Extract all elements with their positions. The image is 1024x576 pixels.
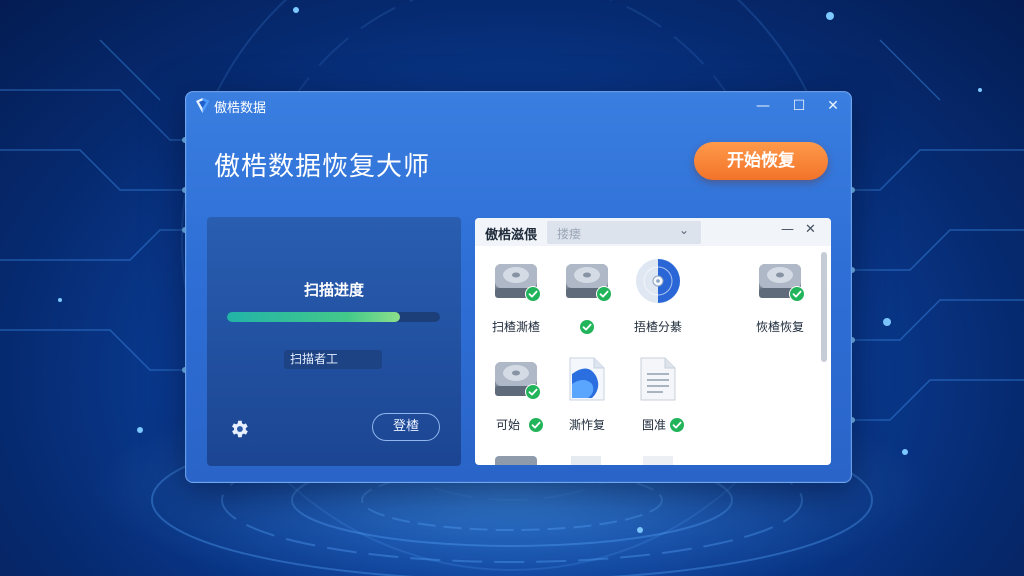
- file-item-label: 恢楂恢复: [755, 320, 804, 334]
- file-icon: [643, 456, 673, 465]
- file-panel-close-button[interactable]: ✕: [805, 222, 816, 237]
- app-name: 傲梏数据: [214, 101, 267, 116]
- check-icon: [789, 286, 805, 302]
- login-button[interactable]: 登楂: [372, 413, 440, 441]
- hard-drive-icon: [495, 456, 537, 465]
- file-item-label: 捂楂分綦: [633, 320, 682, 334]
- file-icon: [571, 456, 601, 465]
- scan-progress-fill: [227, 312, 400, 322]
- app-logo-icon: [196, 98, 209, 113]
- check-icon: [669, 417, 685, 433]
- start-recovery-button[interactable]: 开始恢复: [694, 142, 828, 180]
- file-item-label: 扫楂澌楂: [491, 320, 540, 334]
- file-item[interactable]: 捂楂分綦: [623, 256, 693, 346]
- file-item[interactable]: 圄准: [623, 354, 693, 444]
- scan-progress-bar: [227, 312, 440, 322]
- title-bar: 傲梏数据 — ☐ ✕: [186, 92, 851, 120]
- file-panel: 傲梏滋偎 搂瘘 ⌄ — ✕ 扫楂澌楂 捂楂分綦 恢楂恢复 可始 澌怍复 圄准: [475, 218, 831, 465]
- close-button[interactable]: ✕: [822, 95, 844, 117]
- file-panel-minimize-button[interactable]: —: [781, 222, 794, 237]
- page-title: 傲梏数据恢复大师: [214, 152, 431, 182]
- scan-progress-title: 扫描进度: [303, 281, 364, 299]
- search-placeholder: 搂瘘: [557, 227, 582, 241]
- scrollbar[interactable]: [821, 252, 827, 362]
- gear-icon[interactable]: [228, 418, 250, 440]
- check-icon: [525, 384, 541, 400]
- check-icon: [596, 286, 612, 302]
- file-panel-title: 傲梏滋偎: [485, 228, 538, 243]
- file-item[interactable]: 澌怍复: [552, 354, 622, 444]
- file-item[interactable]: 扫楂澌楂: [481, 256, 551, 346]
- file-item[interactable]: 恢楂恢复: [745, 256, 815, 346]
- scan-status-label: 扫描者工: [284, 350, 382, 369]
- check-icon: [579, 319, 595, 335]
- document-file-icon: [640, 357, 676, 401]
- file-item[interactable]: [552, 256, 622, 346]
- chevron-down-icon[interactable]: ⌄: [679, 223, 689, 237]
- check-icon: [528, 417, 544, 433]
- file-item[interactable]: 可始: [481, 354, 551, 444]
- scan-panel: 扫描进度 扫描者工 登楂: [207, 217, 461, 466]
- disc-icon: [636, 259, 680, 303]
- search-dropdown[interactable]: 搂瘘 ⌄: [547, 221, 701, 244]
- maximize-button[interactable]: ☐: [788, 95, 810, 117]
- main-window: 傲梏数据 — ☐ ✕ 傲梏数据恢复大师 开始恢复 扫描进度 扫描者工 登楂 傲梏…: [185, 91, 852, 483]
- file-panel-toolbar: 傲梏滋偎 搂瘘 ⌄ — ✕: [475, 218, 831, 246]
- check-icon: [525, 286, 541, 302]
- minimize-button[interactable]: —: [752, 95, 774, 117]
- photo-file-icon: [569, 357, 605, 401]
